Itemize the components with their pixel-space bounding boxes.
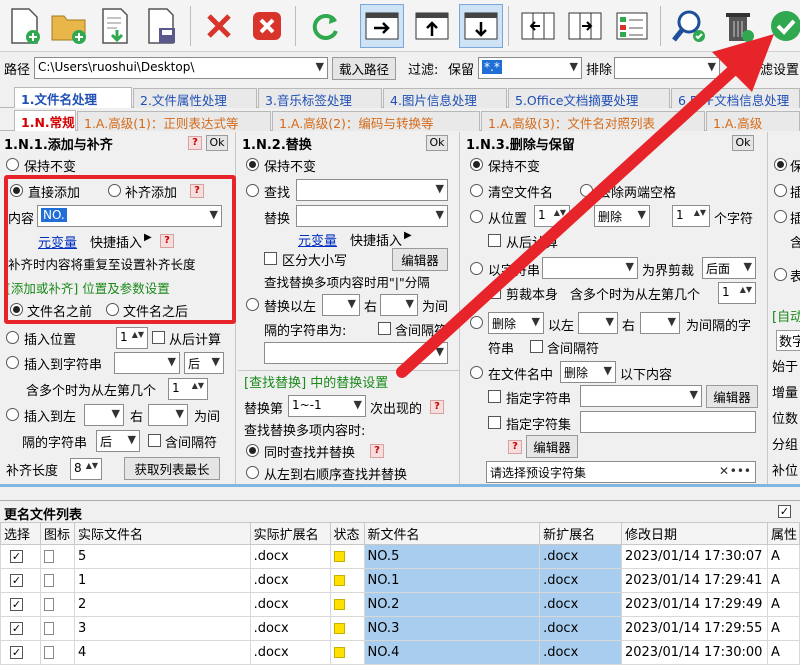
annotation-arrow bbox=[396, 34, 774, 378]
